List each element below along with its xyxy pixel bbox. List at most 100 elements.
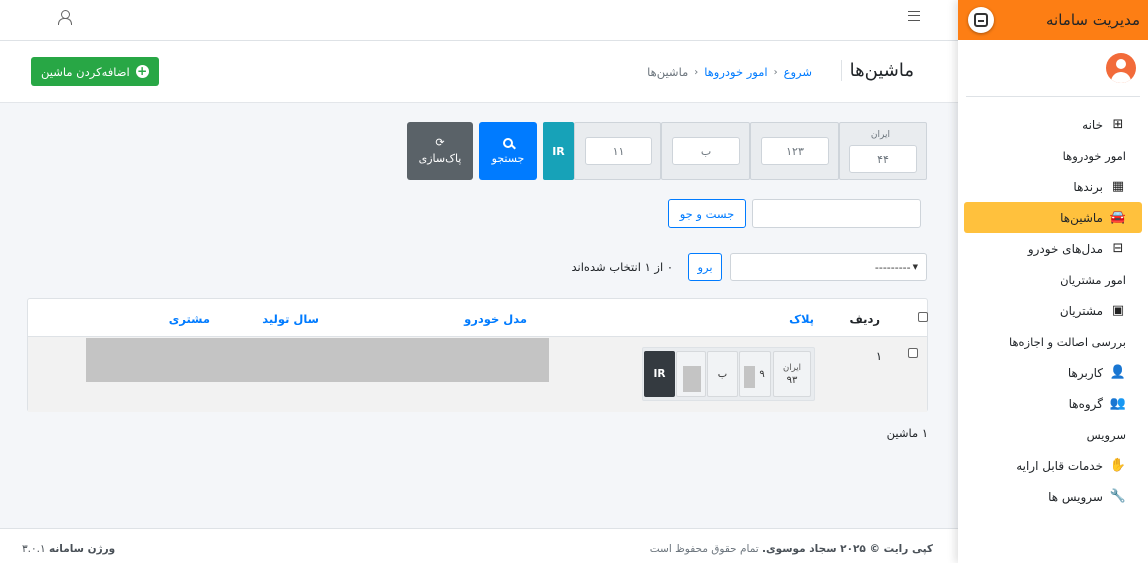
plate-three-digit-value: ۹ (759, 368, 765, 380)
plate-clear-button[interactable]: ⟳ پاک‌سازی (407, 122, 473, 180)
redacted-row-content (86, 338, 549, 382)
add-car-label: اضافه‌کردن ماشین (41, 64, 130, 79)
wrench-icon: 🔧 (1109, 489, 1126, 504)
sidebar-item-label: کاربرها (1067, 365, 1103, 380)
table-icon: ⊞ (1112, 117, 1124, 132)
copyright-rights: تمام حقوق محفوظ است (649, 543, 759, 555)
plate-two-digit-cell (676, 351, 706, 397)
avatar[interactable] (1106, 53, 1136, 83)
redacted-block (683, 366, 701, 392)
breadcrumb-current: ماشین‌ها (647, 65, 689, 79)
plus-circle-icon: + (135, 64, 149, 78)
id-card-icon: ▣ (1111, 303, 1125, 318)
text-search-input[interactable] (752, 199, 921, 228)
sidebar-item-id-card[interactable]: ▣ مشتریان (964, 295, 1142, 326)
search-button-label: جستجو (491, 151, 525, 165)
caret-down-icon: ▼ (912, 263, 918, 271)
column-header-customer[interactable]: مشتری (169, 312, 210, 326)
brand-link[interactable]: مدیریت سامانه (958, 0, 1148, 40)
plate-country-badge: IR (543, 122, 574, 180)
sidebar-nav: ⊞ خانه امور خودروها ▦ برندها 🚘 ماشین‌ها ⊟ مدل‌ها… (958, 97, 1148, 512)
bulk-action-value: --------- (874, 260, 911, 274)
plate-region-cell: ایران ۹۳ (773, 351, 811, 397)
breadcrumb-separator: ‹ (694, 66, 699, 78)
plate-two-digit-input[interactable]: ۱۱ (585, 137, 652, 165)
plate-region-group: ایران ۴۴ (839, 122, 927, 180)
user-icon: 👤 (1109, 365, 1126, 380)
column-header-plate[interactable]: پلاک (789, 312, 814, 326)
select-all-checkbox[interactable] (918, 312, 928, 322)
clear-button-label: پاک‌سازی (418, 151, 462, 165)
page-title: ماشین‌ها (840, 60, 914, 81)
plate-letter-group: ب (661, 122, 750, 180)
breadcrumb-separator: ‹ (773, 66, 778, 78)
version-label: ورژن سامانه (48, 543, 116, 555)
text-search-button[interactable]: جست و جو (668, 199, 746, 228)
sidebar-section-header: بررسی اصالت و اجازه‌ها (1008, 334, 1126, 349)
row-plate[interactable]: ایران ۹۳ ۹ ب IR (642, 347, 815, 401)
add-car-button[interactable]: + اضافه‌کردن ماشین (31, 57, 159, 86)
plate-country-label: ایران (870, 130, 890, 140)
footer: کپی رایت © ۲۰۲۵ سجاد موسوی. تمام حقوق مح… (0, 528, 958, 563)
sidebar-item-label: گروه‌ها (1068, 396, 1103, 411)
plate-country-badge: IR (644, 351, 675, 397)
redacted-block (744, 366, 755, 388)
plate-country-label: ایران (782, 362, 802, 373)
sidebar-item-label: برندها (1073, 179, 1103, 194)
sidebar-item-users[interactable]: 👥 گروه‌ها (964, 388, 1142, 419)
brand-title: مدیریت سامانه (1046, 11, 1140, 29)
column-header-index: ردیف (849, 312, 880, 326)
building-icon: ▦ (1111, 179, 1125, 194)
breadcrumb: شروع ‹ امور خودروها ‹ ماشین‌ها (647, 65, 812, 79)
column-header-year[interactable]: سال تولید (262, 312, 319, 326)
plate-three-digit-group: ۱۲۳ (750, 122, 839, 180)
plate-three-digit-cell: ۹ (739, 351, 771, 397)
brand-logo-icon (968, 7, 994, 33)
breadcrumb-cars-section[interactable]: امور خودروها (704, 65, 767, 79)
sidebar-section-header: امور مشتریان (1060, 272, 1126, 287)
sidebar-item-user[interactable]: 👤 کاربرها (964, 357, 1142, 388)
sitemap-icon: ⊟ (1112, 241, 1124, 256)
copyright-owner: کپی رایت © ۲۰۲۵ سجاد موسوی. (762, 543, 933, 555)
app-version: ورژن سامانه ۳.۰.۱ (22, 543, 115, 555)
sidebar-item-label: مدل‌های خودرو (1027, 241, 1103, 256)
sidebar-section-header: امور خودروها (1062, 148, 1126, 163)
users-icon: 👥 (1109, 396, 1126, 411)
table-row: ۱ ایران ۹۳ ۹ ب IR (28, 337, 927, 412)
plate-letter-select[interactable]: ب (672, 137, 740, 165)
plate-letter-cell: ب (707, 351, 738, 397)
plate-region-input[interactable]: ۴۴ (849, 145, 917, 173)
sidebar-item-hand-holding[interactable]: ✋ خدمات قابل ارایه (964, 450, 1142, 481)
content-header: ماشین‌ها شروع ‹ امور خودروها ‹ ماشین‌ها … (0, 41, 958, 103)
cars-table: ردیف پلاک مدل خودرو سال تولید مشتری ۱ ای… (27, 298, 928, 412)
row-index: ۱ (875, 349, 882, 363)
sidebar-item-wrench[interactable]: 🔧 سرویس ها (964, 481, 1142, 512)
plate-region-value: ۹۳ (786, 374, 798, 386)
hamburger-menu-icon[interactable] (908, 11, 920, 21)
sidebar-item-label: خدمات قابل ارایه (1016, 458, 1103, 473)
sidebar-item-building[interactable]: ▦ برندها (964, 171, 1142, 202)
search-icon (503, 137, 513, 148)
hand-holding-icon: ✋ (1109, 458, 1126, 473)
selection-counter: ۰ از ۱ انتخاب شده‌اند (571, 260, 674, 274)
sidebar-item-label: مشتریان (1059, 303, 1103, 318)
bulk-action-select[interactable]: --------- ▼ (730, 253, 927, 281)
user-menu-icon[interactable] (58, 10, 72, 25)
sidebar-item-label: سرویس ها (1048, 489, 1103, 504)
plate-search-button[interactable]: جستجو (479, 122, 537, 180)
row-select-checkbox[interactable] (908, 348, 918, 358)
version-number: ۳.۰.۱ (22, 543, 46, 555)
result-count: ۱ ماشین (886, 426, 928, 440)
sidebar-item-sitemap[interactable]: ⊟ مدل‌های خودرو (964, 233, 1142, 264)
breadcrumb-home[interactable]: شروع (784, 65, 812, 79)
plate-two-digit-group: ۱۱ (574, 122, 661, 180)
user-panel (966, 40, 1140, 97)
sidebar-item-car[interactable]: 🚘 ماشین‌ها (964, 202, 1142, 233)
bulk-action-go-button[interactable]: برو (688, 253, 722, 281)
car-icon: 🚘 (1109, 210, 1126, 225)
sidebar-item-table[interactable]: ⊞ خانه (964, 109, 1142, 140)
column-header-model[interactable]: مدل خودرو (464, 312, 527, 326)
sidebar-section-header: سرویس (1086, 427, 1126, 442)
plate-three-digit-input[interactable]: ۱۲۳ (761, 137, 829, 165)
sidebar-item-label: ماشین‌ها (1060, 210, 1103, 225)
